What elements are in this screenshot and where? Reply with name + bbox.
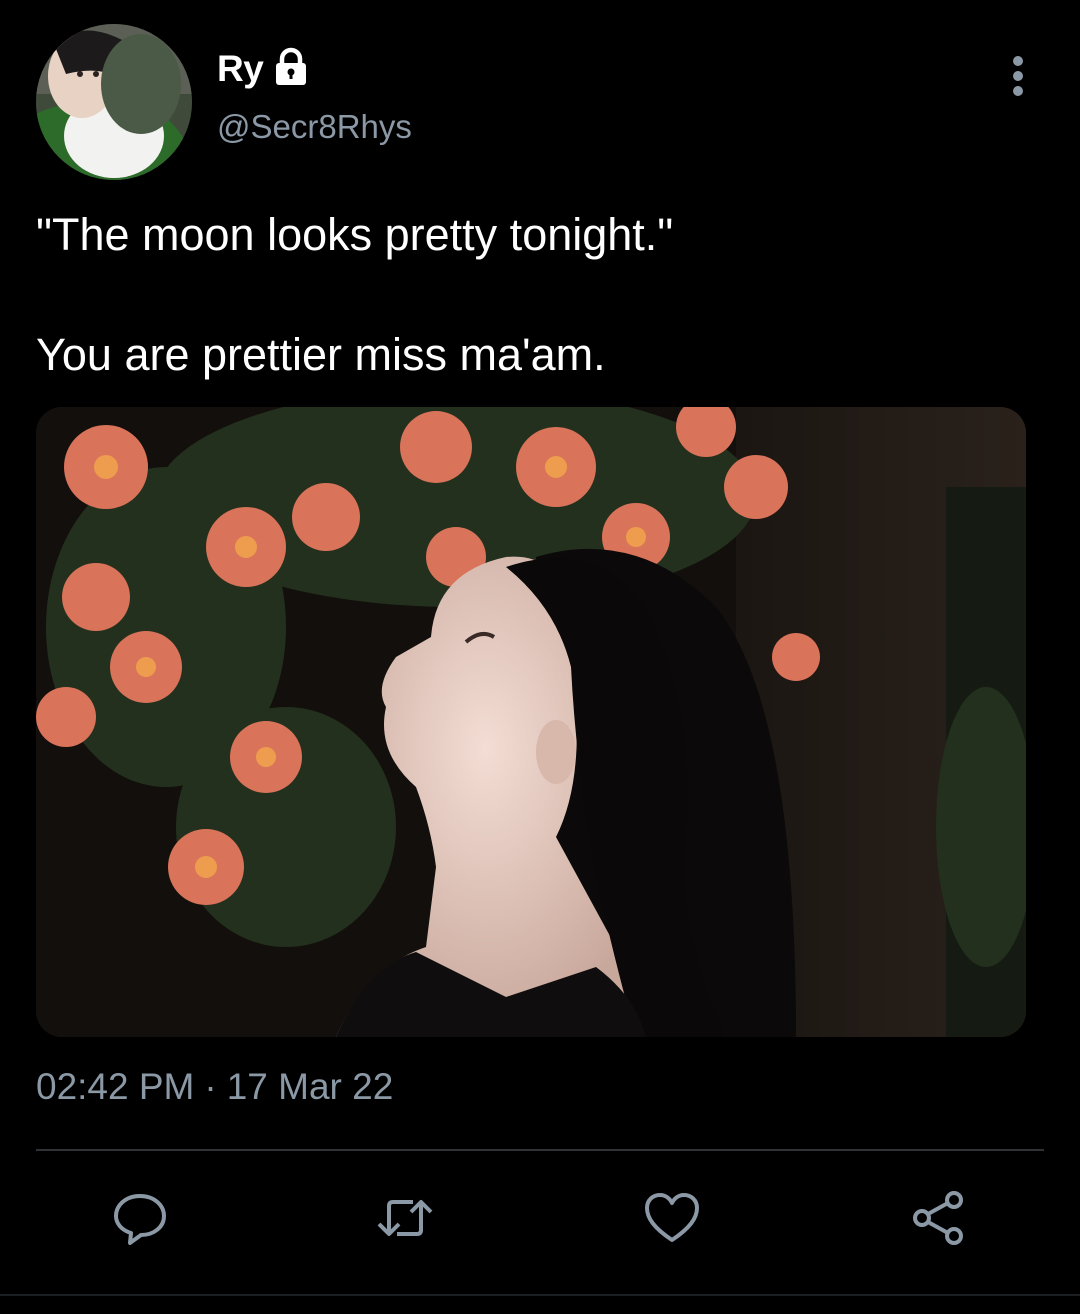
share-icon	[908, 1188, 968, 1253]
share-button[interactable]	[898, 1180, 978, 1260]
tweet-actions	[0, 1180, 1080, 1270]
like-button[interactable]	[632, 1180, 712, 1260]
tweet-timestamp[interactable]: 02:42 PM · 17 Mar 22	[36, 1066, 393, 1108]
bottom-divider	[0, 1294, 1080, 1296]
tweet-date: 17 Mar 22	[226, 1066, 394, 1107]
author-handle[interactable]: @Secr8Rhys	[217, 108, 412, 146]
timestamp-separator: ·	[204, 1066, 217, 1107]
tweet-text: "The moon looks pretty tonight." You are…	[36, 205, 1036, 385]
retweet-icon	[373, 1188, 437, 1253]
reply-icon	[110, 1188, 170, 1253]
tweet-text-line: You are prettier miss ma'am.	[36, 329, 606, 380]
tweet-text-line: "The moon looks pretty tonight."	[36, 209, 674, 260]
avatar[interactable]	[36, 24, 192, 180]
retweet-button[interactable]	[365, 1180, 445, 1260]
lock-icon	[269, 45, 313, 89]
more-vertical-icon[interactable]	[1000, 52, 1036, 100]
divider	[36, 1149, 1044, 1151]
tweet-header: Ry @Secr8Rhys	[0, 0, 1080, 190]
heart-icon	[642, 1188, 702, 1253]
display-name[interactable]: Ry	[217, 48, 264, 90]
reply-button[interactable]	[100, 1180, 180, 1260]
author-name-row[interactable]: Ry	[217, 44, 313, 94]
tweet-time: 02:42 PM	[36, 1066, 195, 1107]
tweet-photo[interactable]	[36, 407, 1026, 1037]
